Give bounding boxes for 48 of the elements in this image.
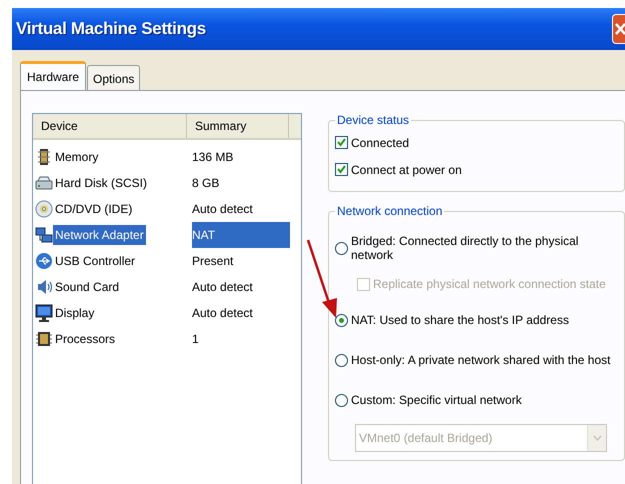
device-summary: Auto detect <box>192 201 253 218</box>
radio-button[interactable] <box>335 314 348 326</box>
radio-button[interactable] <box>335 242 348 254</box>
device-name[interactable]: CD/DVD (IDE) <box>53 199 134 219</box>
radio-label: Bridged: Connected directly to the physical network <box>351 234 580 262</box>
radio-button[interactable] <box>335 354 348 366</box>
checkbox-label: Connected <box>351 136 410 150</box>
device-summary: Auto detect <box>192 279 253 296</box>
memory-chip-icon <box>35 147 53 167</box>
checkbox-label: Replicate physical network connection state <box>373 277 606 291</box>
tab[interactable]: Options <box>87 65 140 90</box>
device-name[interactable]: Memory <box>53 147 100 167</box>
checkbox[interactable] <box>335 136 348 149</box>
checkbox-label: Connect at power on <box>351 162 462 176</box>
computers-icon <box>35 225 53 245</box>
window-title: Virtual Machine Settings <box>15 19 206 39</box>
radio-label: NAT: Used to share the host's IP address <box>351 313 569 327</box>
group-title: Network connection <box>336 204 444 218</box>
close-button[interactable] <box>612 14 625 44</box>
dropdown-value: VMnet0 (default Bridged) <box>358 430 494 447</box>
chevron-down-icon <box>592 435 602 441</box>
device-name[interactable]: Display <box>53 303 96 323</box>
radio-button[interactable] <box>335 394 348 406</box>
radio-label: Custom: Specific virtual network <box>351 393 522 407</box>
usb-icon <box>35 251 53 271</box>
processor-chip-icon <box>35 329 53 349</box>
check-icon <box>336 164 347 175</box>
speaker-icon <box>35 277 53 297</box>
device-name[interactable]: Network Adapter <box>53 225 146 245</box>
group-title: Device status <box>336 113 410 127</box>
checkbox[interactable] <box>335 163 348 176</box>
column-header[interactable]: Summary <box>187 114 289 138</box>
device-summary: 1 <box>192 331 199 348</box>
close-icon <box>613 22 625 36</box>
monitor-icon <box>35 303 53 323</box>
device-name[interactable]: Sound Card <box>53 277 122 297</box>
disc-icon <box>35 199 53 219</box>
device-name[interactable]: Hard Disk (SCSI) <box>53 173 150 193</box>
radio-label: Host-only: A private network shared with the host <box>351 353 610 367</box>
device-summary: Present <box>192 253 234 270</box>
device-summary: 136 MB <box>192 149 234 166</box>
device-name[interactable]: USB Controller <box>53 251 138 271</box>
device-summary: 8 GB <box>192 175 220 192</box>
column-header[interactable]: Device <box>33 114 187 138</box>
tab[interactable]: Hardware <box>20 61 86 90</box>
check-icon <box>336 137 347 148</box>
device-summary: Auto detect <box>192 305 253 322</box>
device-name[interactable]: Processors <box>53 329 118 349</box>
